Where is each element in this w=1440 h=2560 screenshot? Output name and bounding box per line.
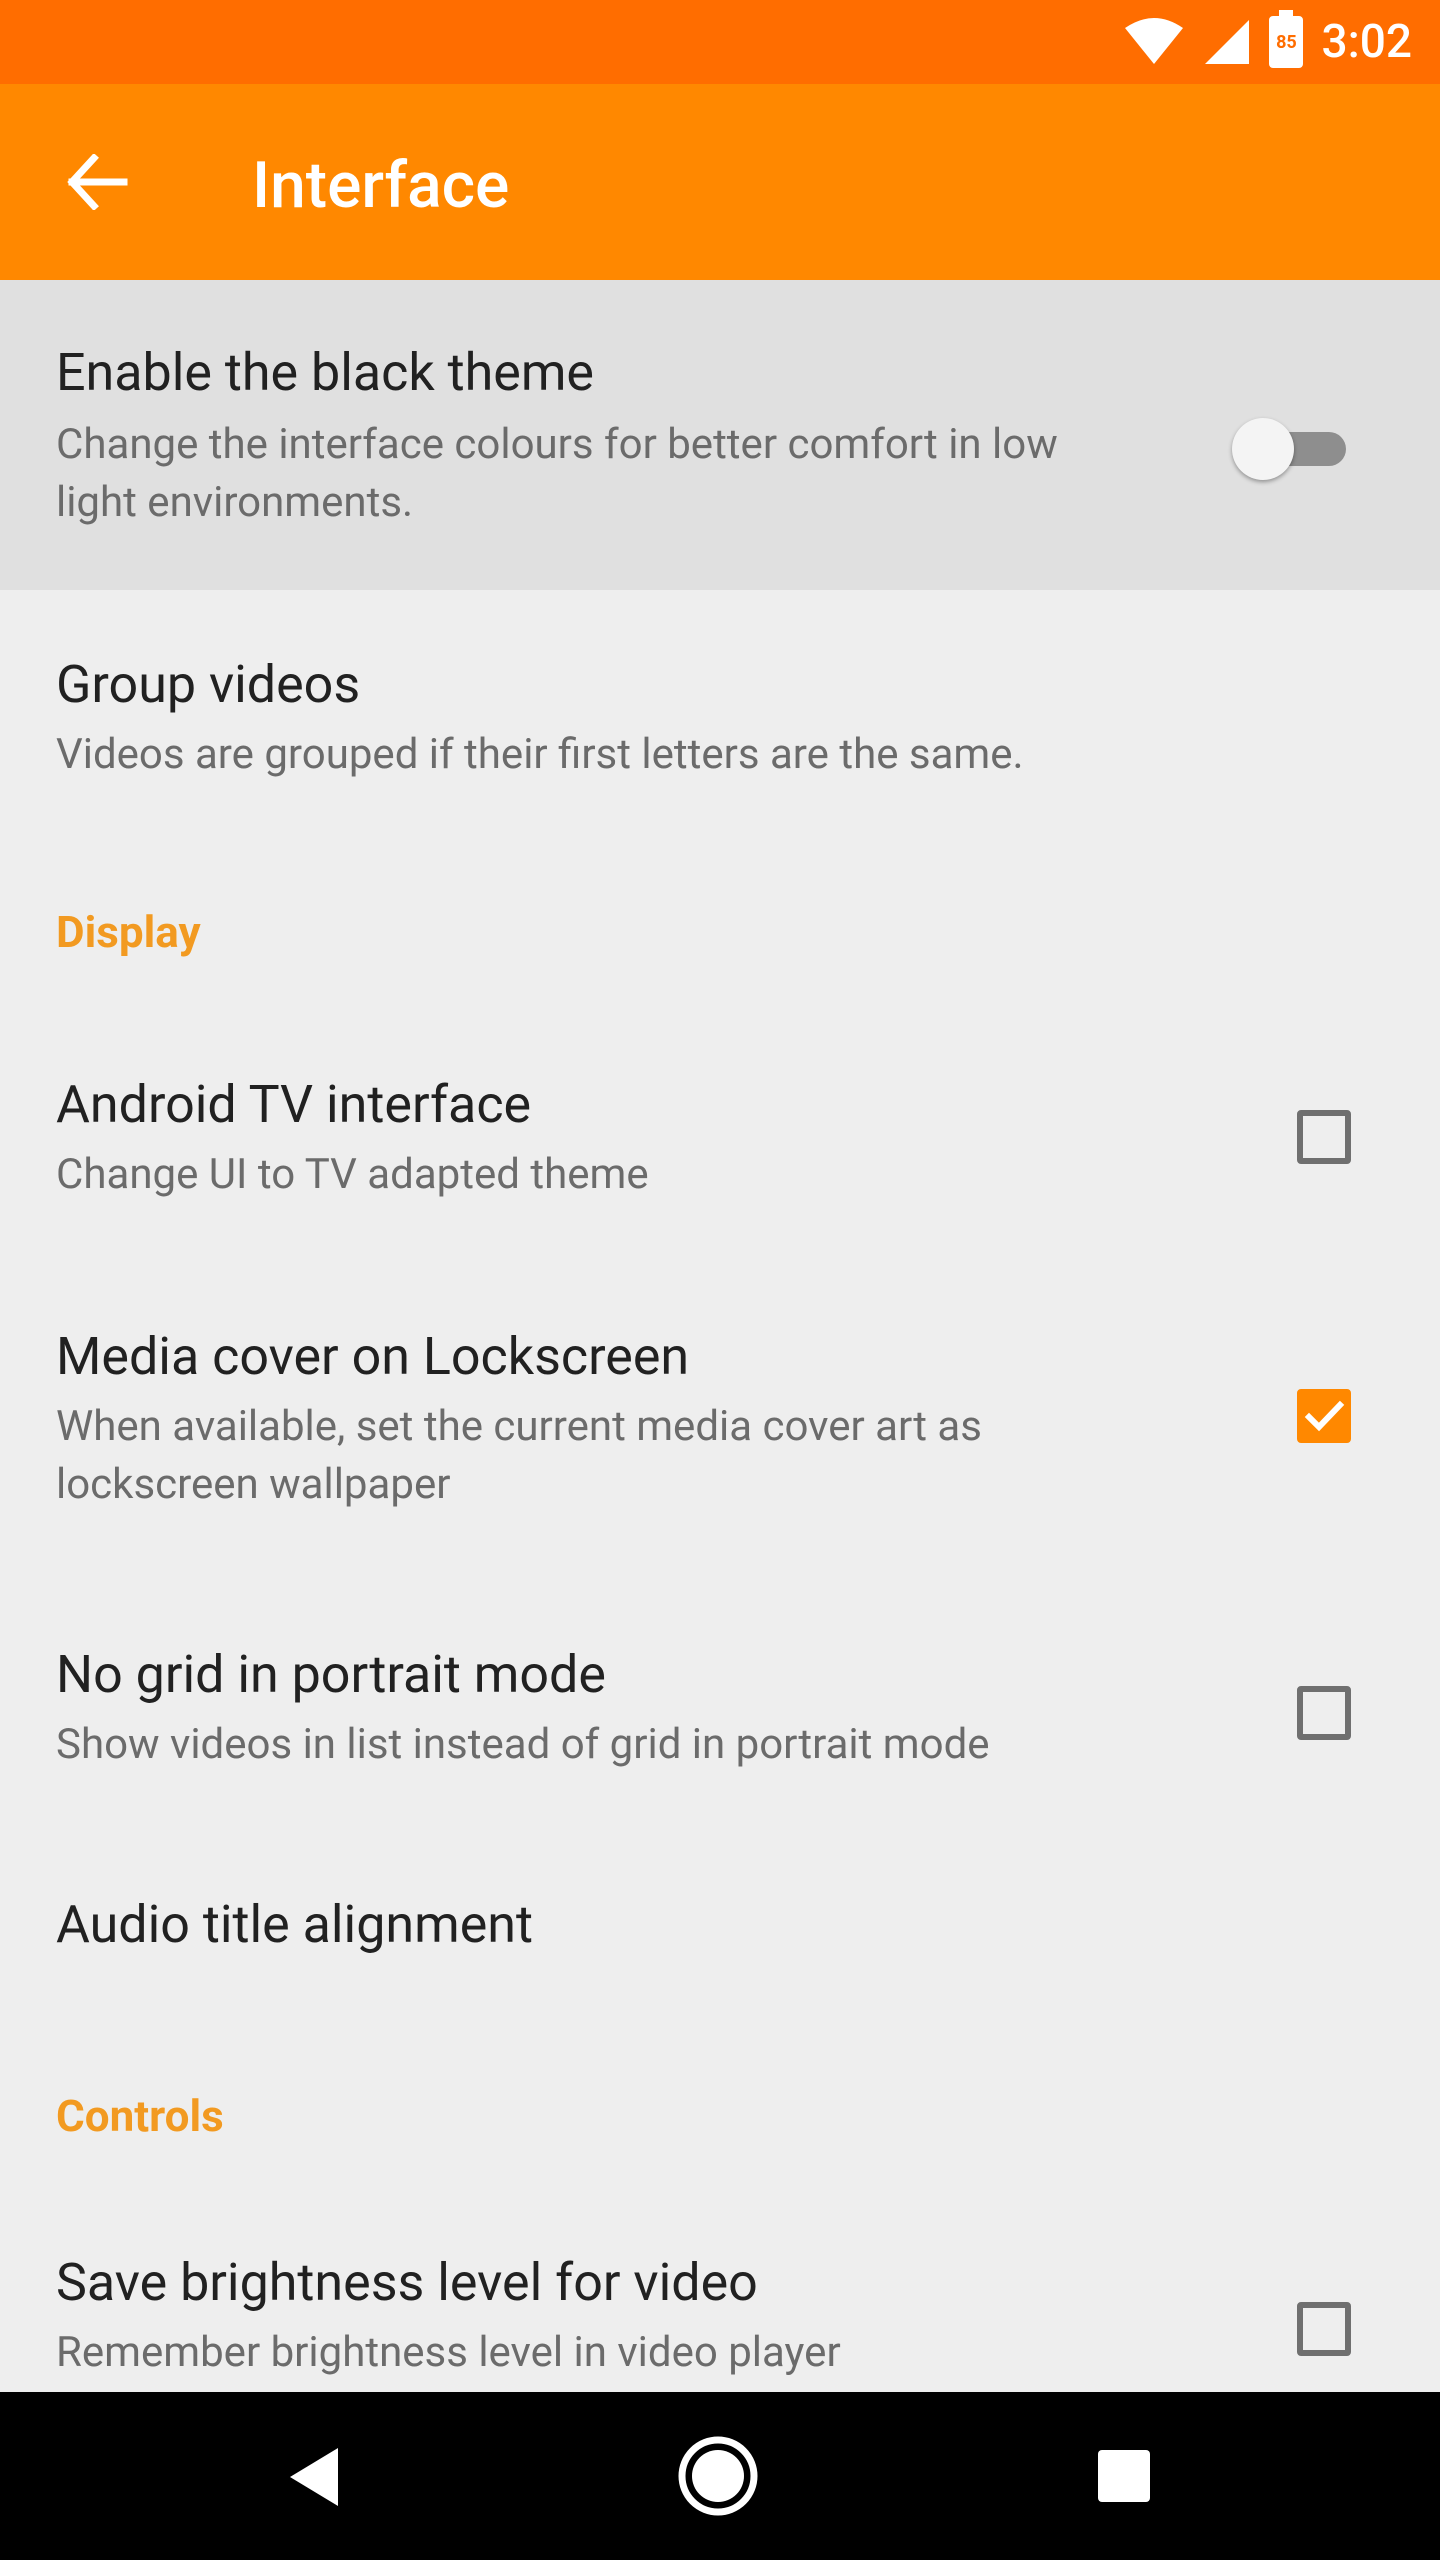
pref-audio-title-alignment[interactable]: Audio title alignment xyxy=(0,1830,1440,2050)
check-icon xyxy=(1304,1400,1345,1432)
battery-icon: 85 xyxy=(1269,10,1304,68)
no-grid-checkbox[interactable] xyxy=(1297,1686,1351,1740)
pref-summary: Remember brightness level in video playe… xyxy=(56,2328,841,2377)
page-title: Interface xyxy=(252,148,510,223)
switch-thumb xyxy=(1232,418,1294,480)
pref-title: Media cover on Lockscreen xyxy=(56,1326,690,1387)
pref-media-cover[interactable]: Media cover on Lockscreen When available… xyxy=(0,1270,1440,1580)
category-controls: Controls xyxy=(56,2090,224,2142)
status-bar: 85 3:02 xyxy=(0,0,1440,84)
pref-summary: Videos are grouped if their first letter… xyxy=(56,730,1024,779)
recents-square-icon[interactable] xyxy=(1094,2446,1154,2506)
pref-title: No grid in portrait mode xyxy=(56,1644,606,1705)
pref-title: Android TV interface xyxy=(56,1074,532,1135)
black-theme-switch[interactable] xyxy=(1228,418,1348,480)
pref-title: Audio title alignment xyxy=(56,1894,534,1955)
android-tv-checkbox[interactable] xyxy=(1297,1110,1351,1164)
status-time: 3:02 xyxy=(1321,15,1412,69)
pref-title: Group videos xyxy=(56,654,361,715)
pref-summary: Show videos in list instead of grid in p… xyxy=(56,1720,990,1769)
battery-level: 85 xyxy=(1276,31,1297,53)
pref-group-videos[interactable]: Group videos Videos are grouped if their… xyxy=(0,590,1440,830)
pref-summary: When available, set the current media co… xyxy=(56,1402,982,1509)
pref-black-theme[interactable]: Enable the black theme Change the interf… xyxy=(0,280,1440,590)
media-cover-checkbox[interactable] xyxy=(1297,1389,1351,1443)
toolbar: Interface xyxy=(0,84,1440,280)
brightness-checkbox[interactable] xyxy=(1297,2302,1351,2356)
pref-summary: Change the interface colours for better … xyxy=(56,420,1058,527)
home-circle-icon[interactable] xyxy=(676,2434,760,2518)
category-display: Display xyxy=(56,906,201,958)
pref-android-tv[interactable]: Android TV interface Change UI to TV ada… xyxy=(0,1020,1440,1260)
status-icons: 85 3:02 xyxy=(1123,0,1412,84)
navigation-bar xyxy=(0,2392,1440,2560)
pref-no-grid[interactable]: No grid in portrait mode Show videos in … xyxy=(0,1590,1440,1830)
back-triangle-icon[interactable] xyxy=(284,2444,344,2510)
pref-title: Enable the black theme xyxy=(56,342,595,403)
pref-title: Save brightness level for video xyxy=(56,2252,758,2313)
pref-summary: Change UI to TV adapted theme xyxy=(56,1150,649,1199)
signal-icon xyxy=(1205,20,1250,64)
preferences-list: Enable the black theme Change the interf… xyxy=(0,280,1440,2392)
arrow-left-icon[interactable] xyxy=(64,154,128,210)
pref-save-brightness[interactable]: Save brightness level for video Remember… xyxy=(0,2200,1440,2392)
wifi-icon xyxy=(1125,18,1184,64)
